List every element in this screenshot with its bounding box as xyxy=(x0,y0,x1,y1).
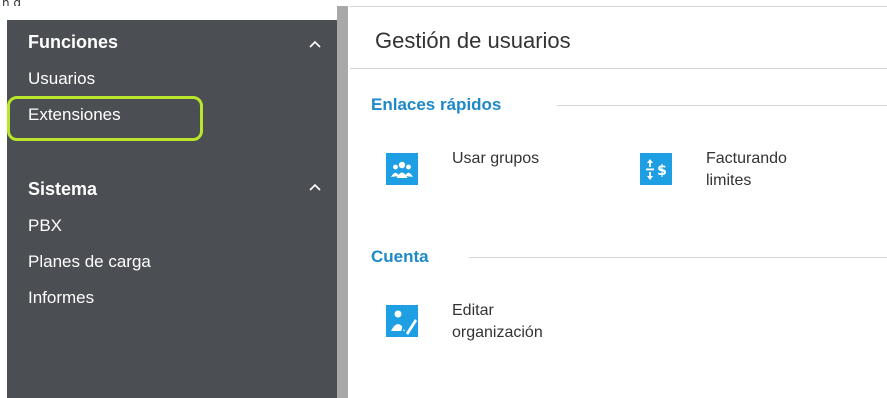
top-border xyxy=(350,6,887,7)
sidebar-item-pbx[interactable]: PBX xyxy=(28,216,62,236)
quick-link-label-line2[interactable]: limites xyxy=(706,170,751,191)
highlight-annotation xyxy=(7,96,203,141)
account-link-label-line2[interactable]: organización xyxy=(452,322,543,343)
top-fragment-text: n g xyxy=(2,0,21,6)
quick-links-divider xyxy=(557,105,887,106)
account-divider xyxy=(469,257,887,258)
sidebar-item-informes[interactable]: Informes xyxy=(28,288,94,308)
sidebar: Funciones Usuarios Extensiones Sistema P… xyxy=(7,20,337,398)
billing-limits-icon[interactable]: $ xyxy=(640,153,672,185)
account-link-label-line1[interactable]: Editar xyxy=(452,300,494,321)
svg-text:$: $ xyxy=(657,163,667,179)
account-heading: Cuenta xyxy=(371,247,429,266)
sidebar-section-funciones-header[interactable]: Funciones xyxy=(28,32,118,53)
user-group-icon[interactable] xyxy=(386,153,418,185)
chevron-up-icon[interactable] xyxy=(308,180,322,194)
quick-links-heading: Enlaces rápidos xyxy=(371,95,502,114)
chevron-up-icon[interactable] xyxy=(308,37,322,51)
edit-organization-icon[interactable] xyxy=(386,305,418,337)
quick-link-label-line1[interactable]: Facturando xyxy=(706,148,787,169)
page-title: Gestión de usuarios xyxy=(375,28,571,53)
quick-link-label-line1[interactable]: Usar grupos xyxy=(452,148,539,169)
sidebar-item-planes-de-carga[interactable]: Planes de carga xyxy=(28,252,151,272)
sidebar-item-usuarios[interactable]: Usuarios xyxy=(28,69,95,89)
sidebar-scrollbar[interactable] xyxy=(337,6,348,398)
title-divider xyxy=(350,68,887,69)
sidebar-section-sistema-header[interactable]: Sistema xyxy=(28,179,97,200)
